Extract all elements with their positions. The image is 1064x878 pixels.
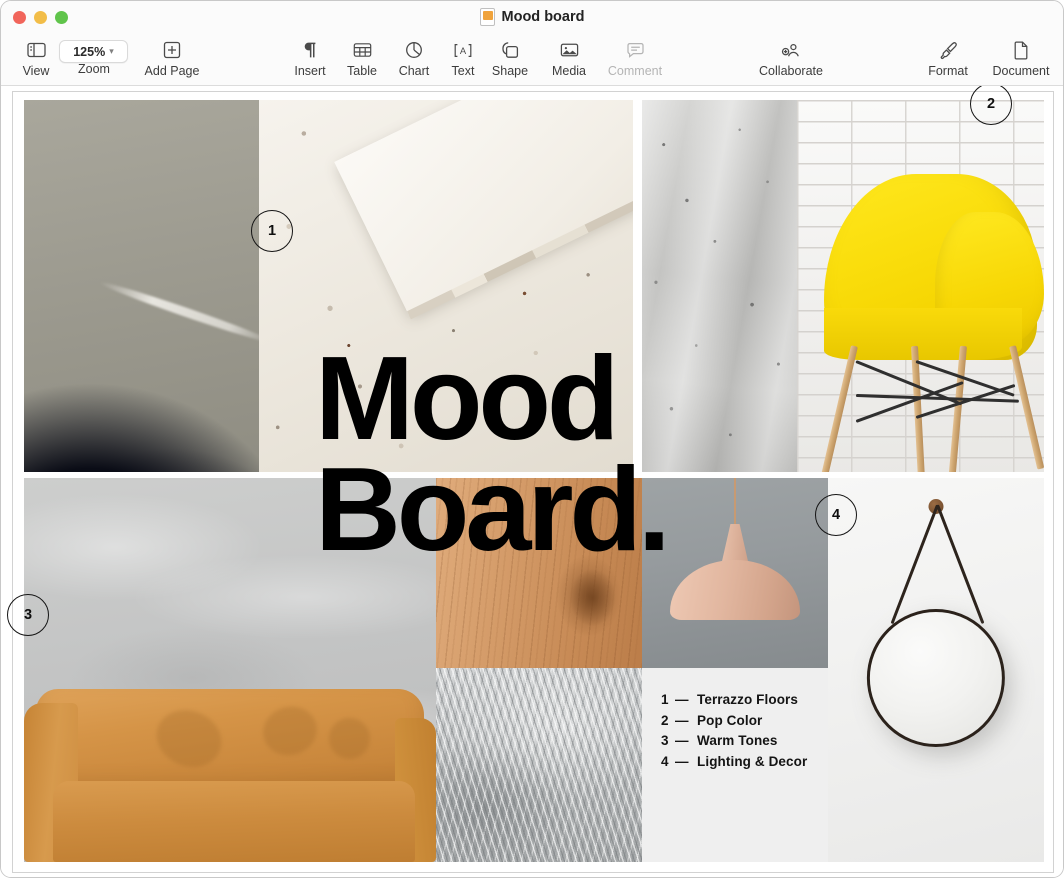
badge-number: 1: [268, 223, 276, 239]
svg-text:A: A: [460, 45, 467, 56]
shapes-icon: [501, 37, 519, 63]
text-box-icon: A: [453, 37, 473, 63]
title-bar: Mood board: [1, 1, 1063, 34]
toolbar-label-comment: Comment: [608, 64, 662, 78]
toolbar-label-shape: Shape: [492, 64, 528, 78]
chair-leg: [1009, 345, 1044, 470]
toolbar-item-zoom[interactable]: Zoom: [59, 61, 129, 76]
badge-number: 3: [24, 607, 32, 623]
toolbar-label-zoom: Zoom: [78, 62, 110, 76]
photo-icon: [560, 37, 579, 63]
toolbar-item-collaborate[interactable]: Collaborate: [756, 37, 826, 78]
chair-leg: [948, 345, 967, 472]
legend-row: 4 — Lighting & Decor: [661, 752, 807, 773]
chair-highlight: [98, 279, 259, 347]
chair-wire: [856, 381, 964, 422]
mirror-strap: [891, 504, 939, 623]
legend-label: Terrazzo Floors: [697, 690, 798, 711]
chevron-down-icon: ▾: [109, 46, 114, 57]
toolbar-label-media: Media: [552, 64, 586, 78]
dark-leather-chair-photo[interactable]: [24, 100, 259, 472]
badge-number: 4: [832, 507, 840, 523]
mood-board-image-grid: 1 — Terrazzo Floors 2 — Pop Color 3 —: [13, 92, 1053, 872]
legend-number: 1: [661, 690, 675, 711]
gray-plaster-sofa-photo[interactable]: [24, 478, 436, 862]
legend-panel[interactable]: 1 — Terrazzo Floors 2 — Pop Color 3 —: [642, 668, 828, 862]
badge-number: 2: [987, 96, 995, 112]
toolbar-label-collaborate: Collaborate: [759, 64, 823, 78]
toolbar-item-media[interactable]: Media: [534, 37, 604, 78]
legend-label: Lighting & Decor: [697, 752, 807, 773]
badge-1[interactable]: 1: [251, 210, 293, 252]
toolbar-label-text: Text: [452, 64, 475, 78]
legend-number: 3: [661, 731, 675, 752]
toolbar-label-add-page: Add Page: [145, 64, 200, 78]
toolbar-item-document[interactable]: Document: [986, 37, 1056, 78]
legend-dash: —: [675, 752, 697, 773]
document-icon: [1013, 37, 1029, 63]
zoom-select[interactable]: 125% ▾: [59, 40, 128, 63]
concrete-texture-photo[interactable]: [642, 100, 797, 472]
legend-label: Warm Tones: [697, 731, 778, 752]
table-icon: [353, 37, 372, 63]
terrazzo-slab-edge: [334, 100, 633, 316]
lamp-shade: [670, 560, 800, 621]
document-title-group: Mood board: [1, 8, 1063, 26]
legend-list: 1 — Terrazzo Floors 2 — Pop Color 3 —: [661, 690, 807, 772]
gray-fur-texture-photo[interactable]: [436, 668, 642, 862]
toolbar-item-comment[interactable]: Comment: [600, 37, 670, 78]
badge-4[interactable]: 4: [815, 494, 857, 536]
mirror-strap: [936, 504, 984, 623]
yellow-chair-photo[interactable]: [797, 100, 1044, 472]
sidebar-icon: [27, 37, 46, 63]
legend-dash: —: [675, 731, 697, 752]
sofa-seat: [53, 781, 416, 862]
pages-window: Mood board View 125% ▾ Zoom: [0, 0, 1064, 878]
document-page[interactable]: 1 — Terrazzo Floors 2 — Pop Color 3 —: [12, 91, 1054, 873]
lamp-cord: [734, 478, 736, 527]
zoom-value: 125%: [73, 45, 105, 59]
toolbar-item-add-page[interactable]: Add Page: [137, 37, 207, 78]
round-mirror-photo[interactable]: [828, 478, 1044, 862]
paintbrush-icon: [939, 37, 958, 63]
yellow-chair-figure: [797, 100, 1044, 472]
toolbar-item-format[interactable]: Format: [913, 37, 983, 78]
legend-row: 3 — Warm Tones: [661, 731, 807, 752]
document-canvas[interactable]: 1 — Terrazzo Floors 2 — Pop Color 3 —: [1, 86, 1064, 878]
toolbar: View 125% ▾ Zoom Add Page: [1, 34, 1063, 86]
legend-row: 1 — Terrazzo Floors: [661, 690, 807, 711]
page-title: Mood board: [502, 9, 585, 25]
tan-leather-sofa: [24, 678, 436, 862]
toolbar-label-table: Table: [347, 64, 377, 78]
plus-square-icon: [163, 37, 181, 63]
legend-label: Pop Color: [697, 711, 762, 732]
pie-chart-icon: [405, 37, 423, 63]
toolbar-label-insert: Insert: [294, 64, 325, 78]
toolbar-label-format: Format: [928, 64, 968, 78]
toolbar-label-document: Document: [993, 64, 1050, 78]
terrazzo-texture-photo[interactable]: [259, 100, 633, 472]
legend-dash: —: [675, 690, 697, 711]
pilcrow-icon: [302, 37, 318, 63]
comment-icon: [626, 37, 645, 63]
legend-row: 2 — Pop Color: [661, 711, 807, 732]
collaborate-icon: [781, 37, 801, 63]
legend-number: 2: [661, 711, 675, 732]
pendant-lamp-photo[interactable]: [642, 478, 828, 668]
chair-leg: [821, 345, 858, 472]
mirror-ring: [867, 609, 1005, 747]
pages-document-icon: [480, 8, 495, 26]
oak-wood-texture-photo[interactable]: [436, 478, 642, 668]
legend-dash: —: [675, 711, 697, 732]
toolbar-label-chart: Chart: [399, 64, 430, 78]
badge-3[interactable]: 3: [7, 594, 49, 636]
legend-number: 4: [661, 752, 675, 773]
toolbar-label-view: View: [23, 64, 50, 78]
